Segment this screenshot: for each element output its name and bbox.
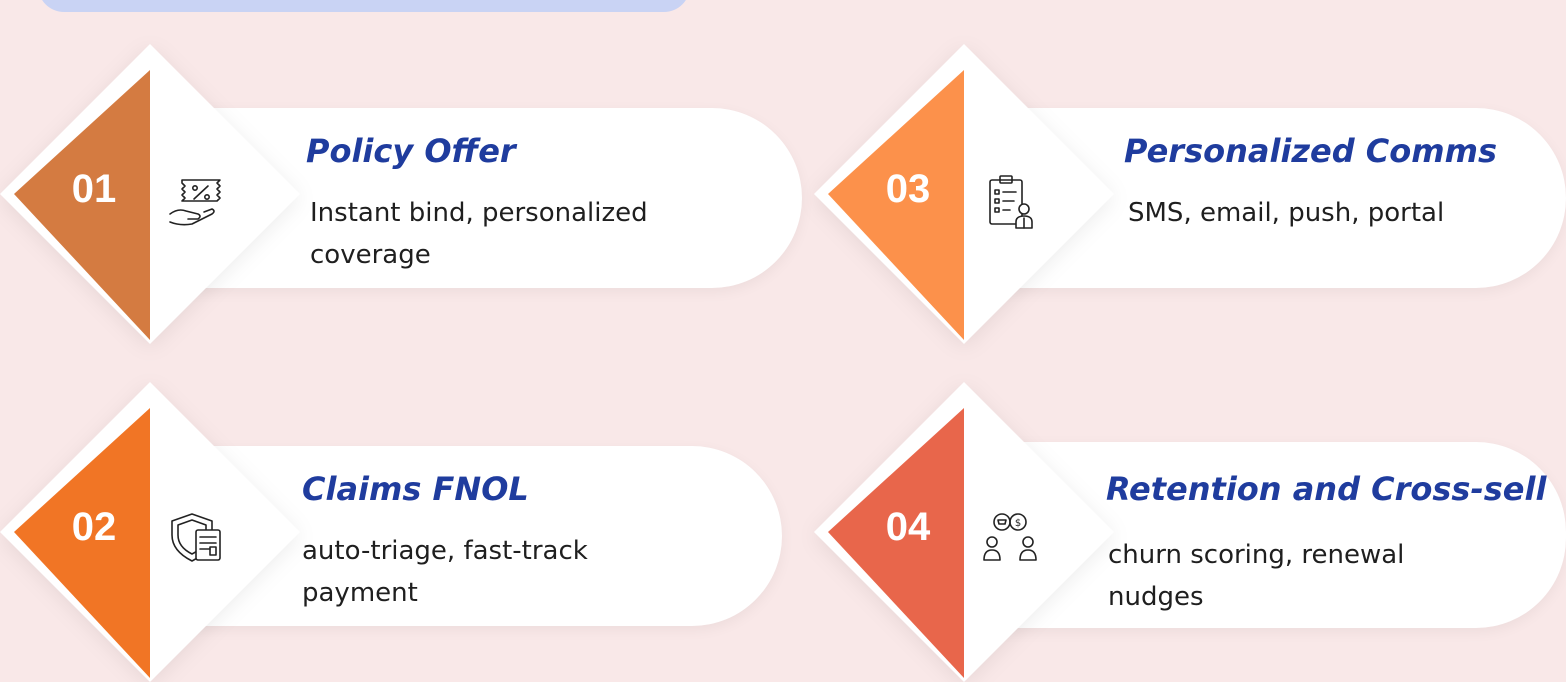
step-title: Claims FNOL — [302, 470, 529, 508]
step-title: Policy Offer — [306, 132, 516, 170]
step-description: auto-triage, fast-track payment — [302, 536, 588, 608]
step-description: Instant bind, personalized coverage — [310, 198, 648, 270]
step-diamond — [814, 44, 1114, 344]
step-number: 03 — [885, 167, 931, 211]
step-description: churn scoring, renewal nudges — [1108, 540, 1405, 612]
step-title: Personalized Comms — [1124, 132, 1497, 170]
step-diamond — [814, 382, 1114, 682]
step-title: Retention and Cross-sell — [1106, 470, 1547, 508]
step-number: 02 — [71, 505, 117, 549]
step-diamond — [0, 382, 300, 682]
customers-chat-icon: $ — [976, 504, 1046, 574]
step-card-02: 02 Claims FNOL auto-triage, fast-track p… — [0, 362, 800, 682]
clipboard-person-icon — [976, 166, 1046, 236]
step-diamond — [0, 44, 300, 344]
header-tab-shape — [38, 0, 690, 12]
discount-hand-icon — [162, 166, 232, 236]
step-card-04: 04 $ Retention and Cross-sell churn scor… — [814, 362, 1566, 682]
svg-text:$: $ — [1015, 518, 1021, 529]
step-description: SMS, email, push, portal — [1128, 198, 1445, 228]
shield-document-icon — [162, 504, 232, 574]
step-card-03: 03 Personalized Comms SMS, email, push, … — [814, 24, 1566, 344]
step-card-01: 01 Policy Offer Instant bind, personaliz… — [0, 24, 802, 344]
step-number: 04 — [885, 505, 931, 549]
step-number: 01 — [71, 167, 117, 211]
